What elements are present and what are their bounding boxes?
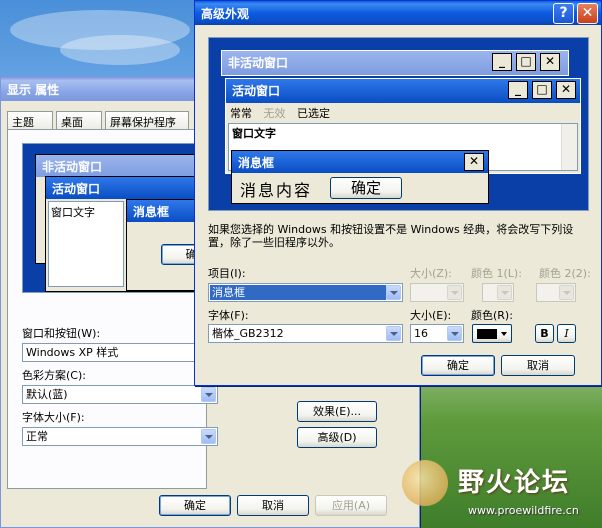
preview-active-title: 活动窗口 <box>46 177 214 199</box>
font-size-select[interactable]: 正常 <box>22 427 218 446</box>
appearance-preview: 非活动窗口 活动窗口 窗口文字 消息框 确 <box>22 143 236 293</box>
display-properties-title: 显示 属性 <box>7 83 60 97</box>
watermark: 野火论坛 www.proewildfire.cn <box>396 456 600 522</box>
color1-button <box>482 283 514 302</box>
close-icon: ✕ <box>556 81 576 99</box>
spin-icon <box>447 285 462 300</box>
advanced-cancel-button[interactable]: 取消 <box>501 355 575 376</box>
display-ok-button[interactable]: 确定 <box>159 495 231 516</box>
font-size-label: 字体大小(F): <box>22 411 85 424</box>
tab-screensaver[interactable]: 屏幕保护程序 <box>105 111 189 130</box>
minimize-icon: _ <box>508 81 528 99</box>
adv-preview-message-ok: 确定 <box>330 177 402 199</box>
maximize-icon: □ <box>516 53 536 71</box>
close-icon[interactable]: ✕ <box>577 3 598 24</box>
adv-preview-inactive-window: 非活动窗口 _ □ ✕ <box>221 50 569 76</box>
advanced-button[interactable]: 高级(D) <box>297 427 377 448</box>
display-apply-button: 应用(A) <box>315 495 387 516</box>
chevron-down-icon[interactable] <box>386 285 401 300</box>
chevron-down-icon <box>501 332 507 336</box>
watermark-url: www.proewildfire.cn <box>468 504 579 517</box>
bold-button[interactable]: B <box>535 324 554 343</box>
desktop-cloud <box>60 35 180 65</box>
maximize-icon: □ <box>532 81 552 99</box>
chevron-down-icon[interactable] <box>201 387 216 402</box>
color-scheme-select[interactable]: 默认(蓝) <box>22 385 218 404</box>
italic-button[interactable]: I <box>557 324 576 343</box>
color-scheme-label: 色彩方案(C): <box>22 369 86 382</box>
font-color-label: 颜色(R): <box>471 309 513 322</box>
adv-preview-message-box: 消息框 ✕ 消息内容 确定 <box>231 150 489 204</box>
window-buttons-label: 窗口和按钮(W): <box>22 327 101 340</box>
close-icon: ✕ <box>540 53 560 71</box>
tab-theme[interactable]: 主题 <box>7 111 53 130</box>
item-select[interactable]: 消息框 <box>208 283 403 302</box>
menu-normal: 常常 <box>230 107 252 120</box>
tab-desktop[interactable]: 桌面 <box>56 111 102 130</box>
advanced-titlebar[interactable]: 高级外观 <box>195 1 601 25</box>
chevron-down-icon[interactable] <box>447 326 462 341</box>
preview-window-text-area: 窗口文字 <box>48 201 124 287</box>
advanced-ok-button[interactable]: 确定 <box>421 355 495 376</box>
advanced-preview: 非活动窗口 _ □ ✕ 活动窗口 _ □ ✕ 常常 无效 已选定 窗口文字 消息… <box>208 37 589 211</box>
menu-selected: 已选定 <box>297 107 330 120</box>
adv-preview-message-text: 消息内容 <box>240 181 313 200</box>
question-icon[interactable]: ? <box>553 3 574 24</box>
preview-active-window: 活动窗口 窗口文字 消息框 确 <box>45 176 236 292</box>
color2-label: 颜色 2(2): <box>539 267 591 280</box>
effects-button[interactable]: 效果(E)... <box>297 401 377 422</box>
color2-button <box>536 283 576 302</box>
item-size-stepper <box>410 283 464 302</box>
size-label: 大小(Z): <box>410 267 452 280</box>
font-color-button[interactable] <box>472 324 512 343</box>
display-cancel-button[interactable]: 取消 <box>237 495 309 516</box>
font-size-select[interactable]: 16 <box>410 324 464 343</box>
window-buttons-select[interactable]: Windows XP 样式 <box>22 343 200 362</box>
chevron-down-icon[interactable] <box>201 429 216 444</box>
advanced-appearance-dialog: 高级外观 ? ✕ 非活动窗口 _ □ ✕ 活动窗口 _ □ ✕ 常常 无效 已选… <box>194 0 602 386</box>
advanced-info-text: 如果您选择的 Windows 和按钮设置不是 Windows 经典，将会改写下列… <box>208 223 574 249</box>
font-select[interactable]: 楷体_GB2312 <box>208 324 403 343</box>
chevron-down-icon[interactable] <box>386 326 401 341</box>
preview-inactive-title: 非活动窗口 <box>36 155 214 177</box>
adv-preview-menubar: 常常 无效 已选定 <box>230 105 330 121</box>
menu-disabled: 无效 <box>263 107 286 120</box>
adv-preview-message-title: 消息框 <box>232 151 488 173</box>
font-color-swatch <box>477 329 497 339</box>
chevron-down-icon <box>497 285 512 300</box>
advanced-title: 高级外观 <box>201 7 250 21</box>
watermark-logo <box>402 460 448 506</box>
preview-scrollbar <box>561 124 577 170</box>
item-label: 项目(I): <box>208 267 246 280</box>
color1-label: 颜色 1(L): <box>471 267 522 280</box>
watermark-text: 野火论坛 <box>458 468 571 498</box>
font-size-label: 大小(E): <box>410 309 452 322</box>
minimize-icon: _ <box>492 53 512 71</box>
font-label: 字体(F): <box>208 309 249 322</box>
close-icon: ✕ <box>464 153 484 171</box>
chevron-down-icon <box>559 285 574 300</box>
